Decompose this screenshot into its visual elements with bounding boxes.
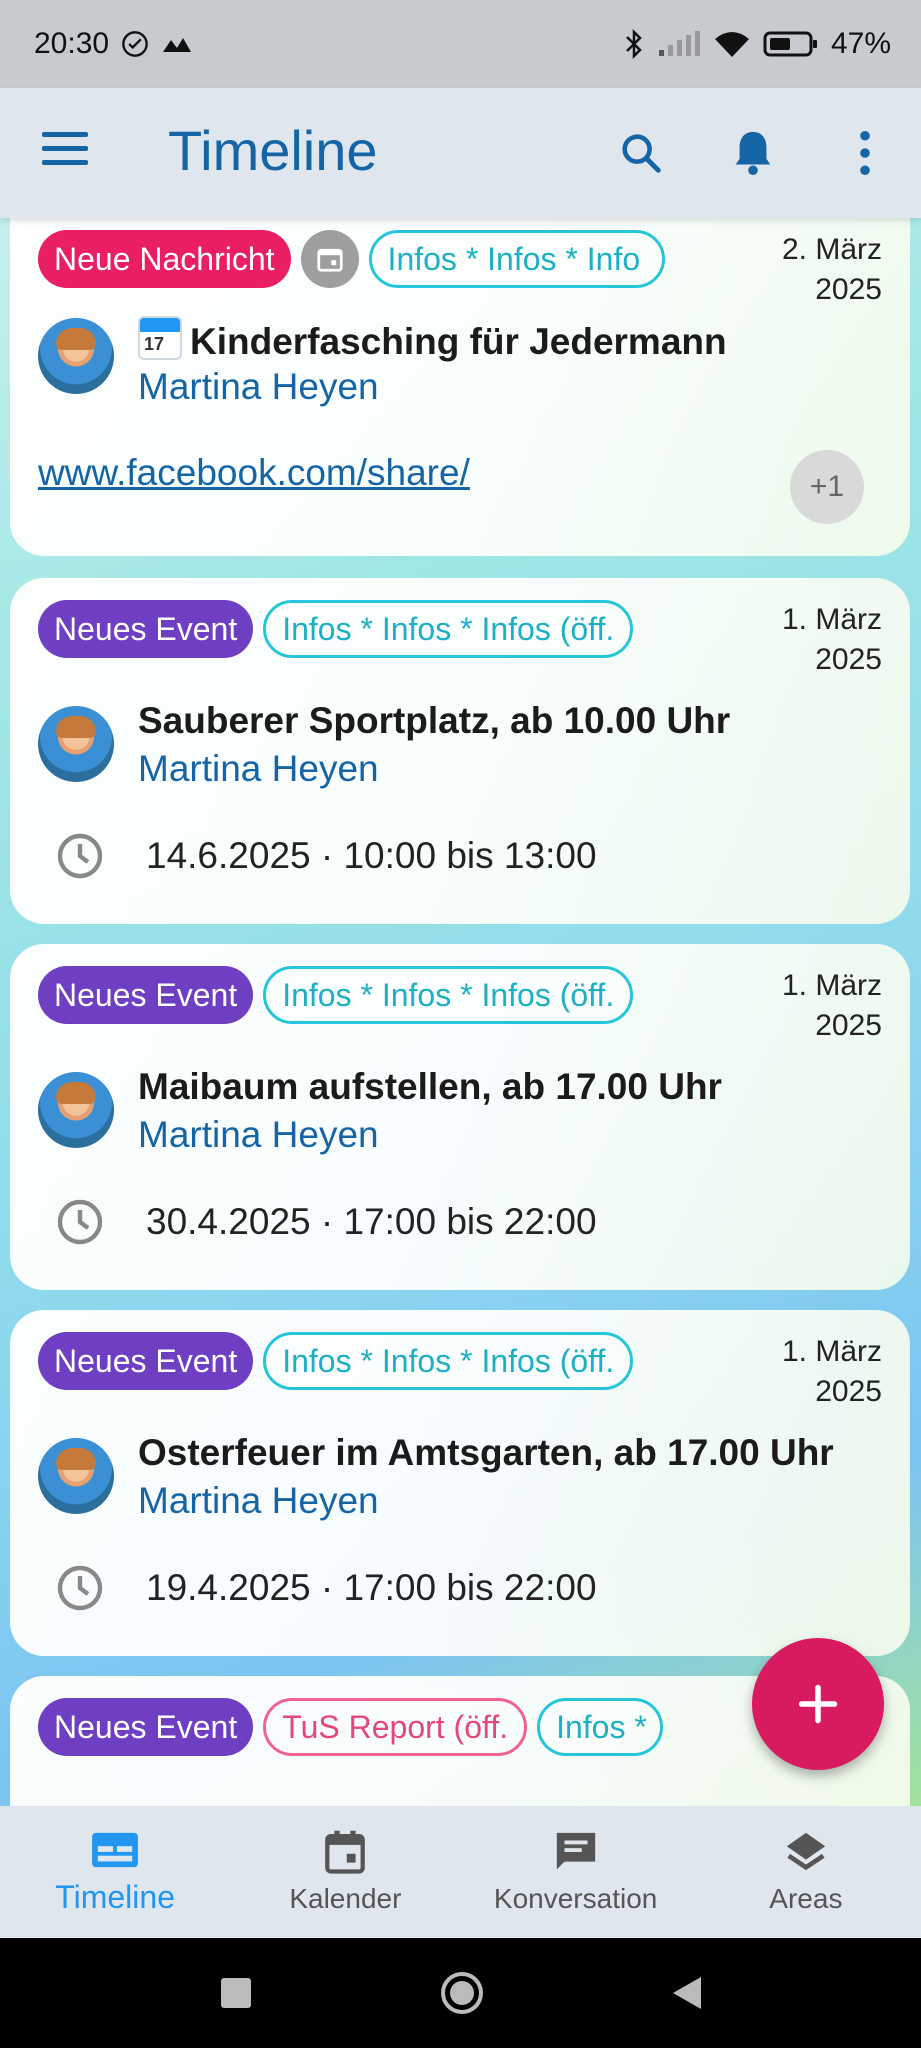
author-name[interactable]: Martina Heyen (138, 1114, 379, 1156)
post-date: 1. März 2025 (782, 600, 882, 680)
app-bar: Timeline (0, 88, 921, 218)
clock-icon (57, 1199, 103, 1245)
chip-tag: Infos * (537, 1698, 664, 1756)
chip-neues-event: Neues Event (38, 600, 254, 658)
menu-icon[interactable] (42, 132, 88, 174)
card-title: Maibaum aufstellen, ab 17.00 Uhr (138, 1066, 722, 1107)
notifications-button[interactable] (697, 88, 809, 218)
date-year: 2025 (815, 1375, 882, 1408)
search-icon (622, 134, 661, 173)
avatar[interactable] (38, 1072, 114, 1148)
nav-label: Timeline (55, 1878, 175, 1915)
date-day: 1. März (781, 1335, 882, 1368)
calendar-icon (316, 248, 343, 272)
event-time-text: 14.6.2025 · 10:00 bis 13:00 (146, 835, 597, 876)
post-date: 1. März 2025 (782, 1332, 882, 1412)
page-title: Timeline (168, 119, 378, 182)
chat-icon (556, 1832, 595, 1870)
signal-arrow-icon (163, 38, 192, 52)
recents-button[interactable] (220, 1978, 251, 2008)
chip-neues-event: Neues Event (38, 1698, 254, 1756)
bottom-navigation: Timeline Kalender Konversation Areas (0, 1806, 921, 1938)
event-time-text: 30.4.2025 · 17:00 bis 22:00 (146, 1201, 597, 1242)
card-title: Sauberer Sportplatz, ab 10.00 Uhr (138, 700, 731, 741)
chip-neues-event: Neues Event (38, 966, 254, 1024)
post-link[interactable]: www.facebook.com/share/ (38, 452, 470, 494)
event-time: 30.4.2025 · 17:00 bis 22:00 (56, 1198, 597, 1246)
nav-konversation[interactable]: Konversation (461, 1806, 691, 1938)
nav-areas[interactable]: Areas (691, 1806, 921, 1938)
timeline-card[interactable]: Neues Event Infos * Infos * Infos (öff. … (10, 944, 910, 1290)
event-time: 14.6.2025 · 10:00 bis 13:00 (56, 832, 597, 880)
date-day: 1. März (781, 969, 882, 1002)
date-day: 1. März (781, 603, 882, 636)
nav-label: Areas (769, 1883, 843, 1914)
battery-icon (763, 31, 817, 57)
bell-icon (735, 131, 771, 176)
bluetooth-icon (626, 28, 642, 60)
date-year: 2025 (815, 1009, 882, 1042)
timeline-card[interactable]: Neues Event Infos * Infos * Infos (öff. … (10, 1310, 910, 1656)
plus-icon (798, 1684, 838, 1724)
chip-tag: Infos * Infos * Info (368, 230, 665, 288)
chip-tag: TuS Report (öff. (263, 1698, 528, 1756)
avatar[interactable] (38, 706, 114, 782)
card-title-text: Kinderfasching für Jedermann (190, 321, 727, 362)
event-time-text: 19.4.2025 · 17:00 bis 22:00 (146, 1567, 597, 1608)
more-tags-badge[interactable]: +1 (790, 450, 864, 524)
timeline-feed[interactable]: Neue Nachricht Infos * Infos * Info 2. M… (0, 218, 921, 1806)
chip-tag: Infos * Infos * Infos (öff. (263, 966, 634, 1024)
post-date: 1. März 2025 (782, 966, 882, 1046)
avatar[interactable] (38, 318, 114, 394)
more-vert-icon (860, 130, 870, 176)
wifi-icon (714, 32, 749, 57)
date-year: 2025 (815, 273, 882, 306)
battery-percent: 47% (830, 27, 891, 60)
event-time: 19.4.2025 · 17:00 bis 22:00 (56, 1564, 597, 1612)
back-button[interactable] (672, 1977, 701, 2009)
layers-icon (786, 1832, 826, 1871)
card-title: 17 Kinderfasching für Jedermann (138, 316, 727, 363)
nav-kalender[interactable]: Kalender (230, 1806, 460, 1938)
search-button[interactable] (585, 88, 697, 218)
more-options-button[interactable] (809, 88, 921, 218)
check-circle-icon (122, 31, 148, 57)
chip-neue-nachricht: Neue Nachricht (38, 230, 291, 288)
home-button[interactable] (440, 1972, 483, 2014)
status-bar: 20:30 47% (0, 0, 921, 88)
clock-icon (57, 1565, 103, 1611)
add-post-button[interactable] (752, 1638, 884, 1770)
date-year: 2025 (815, 643, 882, 676)
nav-timeline[interactable]: Timeline (0, 1806, 230, 1938)
clock-icon (57, 833, 103, 879)
calendar-icon (325, 1830, 366, 1874)
calendar-emoji-icon: 17 (138, 316, 182, 360)
post-date: 2. März 2025 (782, 230, 882, 310)
system-navigation-bar (0, 1938, 921, 2048)
chip-tag: Infos * Infos * Infos (öff. (263, 1332, 634, 1390)
chip-neues-event: Neues Event (38, 1332, 254, 1390)
nav-label: Kalender (289, 1883, 402, 1914)
avatar[interactable] (38, 1438, 114, 1514)
author-name[interactable]: Martina Heyen (138, 366, 379, 408)
timeline-card[interactable]: Neue Nachricht Infos * Infos * Info 2. M… (10, 218, 910, 556)
date-day: 2. März (781, 233, 882, 266)
author-name[interactable]: Martina Heyen (138, 1480, 379, 1522)
nav-label: Konversation (493, 1883, 658, 1914)
status-time: 20:30 (34, 27, 110, 60)
timeline-icon (92, 1832, 139, 1867)
author-name[interactable]: Martina Heyen (138, 748, 379, 790)
calendar-chip (300, 230, 359, 288)
cell-signal-icon (658, 31, 700, 56)
timeline-card[interactable]: Neues Event Infos * Infos * Infos (öff. … (10, 578, 910, 924)
chip-tag: Infos * Infos * Infos (öff. (263, 600, 634, 658)
card-title: Osterfeuer im Amtsgarten, ab 17.00 Uhr (138, 1432, 834, 1473)
